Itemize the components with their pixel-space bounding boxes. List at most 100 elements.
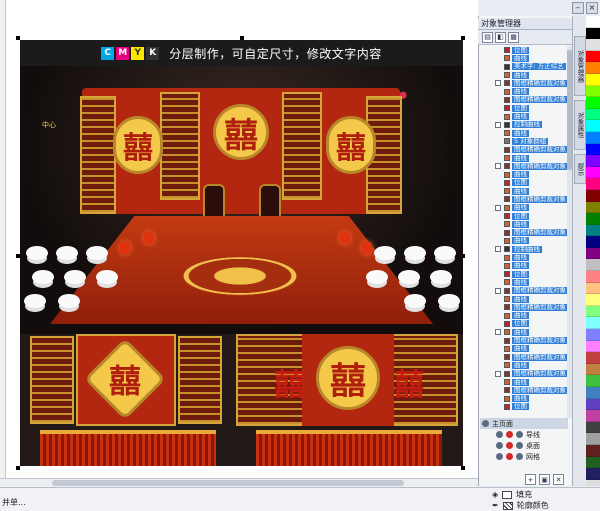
object-row[interactable]: 位图 — [480, 320, 568, 328]
object-row[interactable]: 曲线 — [480, 345, 568, 353]
lock-icon[interactable] — [516, 431, 523, 438]
palette-swatch[interactable] — [586, 131, 600, 144]
selection-handle[interactable] — [16, 466, 20, 470]
object-row[interactable]: 曲线 — [480, 253, 568, 262]
palette-swatch[interactable] — [586, 282, 600, 295]
object-row[interactable]: 美术字: 方正综艺 — [480, 63, 568, 71]
object-row[interactable]: 曲线 — [480, 204, 568, 212]
palette-swatch[interactable] — [586, 224, 600, 237]
palette-swatch[interactable] — [586, 259, 600, 272]
object-row[interactable]: 曲线 — [480, 154, 568, 162]
palette-swatch[interactable] — [586, 375, 600, 387]
palette-swatch[interactable] — [586, 363, 600, 376]
object-row[interactable]: 位图 — [480, 270, 568, 278]
horizontal-scroll-thumb[interactable] — [52, 480, 404, 486]
fill-status[interactable]: ◈ 填充 — [492, 489, 592, 500]
palette-swatch[interactable] — [586, 108, 600, 121]
close-icon[interactable]: × — [586, 2, 598, 14]
eye-icon[interactable] — [496, 431, 503, 438]
palette-swatch[interactable] — [586, 201, 600, 214]
palette-swatch[interactable] — [586, 62, 600, 74]
palette-swatch[interactable] — [586, 352, 600, 364]
object-row[interactable]: 位图 — [480, 212, 568, 220]
object-row[interactable]: 图框精确剪裁对象 — [480, 353, 568, 361]
object-row[interactable]: 曲线 — [480, 361, 568, 369]
palette-swatch[interactable] — [586, 16, 600, 28]
object-row[interactable]: 控制曲线 — [480, 121, 568, 129]
object-row[interactable]: 图框精确剪裁对象 — [480, 229, 568, 237]
selection-handle[interactable] — [461, 466, 465, 470]
new-master-layer-icon[interactable]: ▣ — [539, 474, 550, 485]
object-row[interactable]: 位图 — [480, 179, 568, 187]
tab-object-manager[interactable]: 对象管理器 — [574, 36, 586, 96]
vertical-ruler[interactable] — [0, 0, 6, 478]
object-row[interactable]: 图框精确剪裁对象 — [480, 79, 568, 87]
palette-swatch[interactable] — [586, 143, 600, 156]
object-row[interactable]: 曲线 — [480, 87, 568, 96]
object-row[interactable]: 图框精确剪裁对象 — [480, 303, 568, 311]
lock-icon[interactable] — [516, 453, 523, 460]
expand-toggle-icon[interactable] — [495, 246, 501, 253]
expand-toggle-icon[interactable] — [495, 329, 501, 336]
object-row[interactable]: 曲线 — [480, 237, 568, 245]
object-row[interactable]: 图框精确剪裁对象 — [480, 162, 568, 170]
master-page-row[interactable]: 主页面 — [480, 418, 568, 429]
object-row[interactable]: 图框精确剪裁对象 — [480, 336, 568, 345]
layer-row[interactable]: 网格 — [480, 451, 568, 462]
palette-swatch[interactable] — [586, 120, 600, 132]
new-layer-icon[interactable]: + — [525, 474, 536, 485]
object-row[interactable]: 曲线 — [480, 328, 568, 336]
object-row[interactable]: 曲线 — [480, 312, 568, 320]
palette-swatch[interactable] — [586, 85, 600, 98]
object-row[interactable]: 5 对象群组 — [480, 137, 568, 145]
object-row[interactable]: 曲线 — [480, 378, 568, 386]
drawing-canvas[interactable]: C M Y K 分层制作，可自定尺寸，修改文字内容 中心 囍 囍 囍 囍 囍 囍… — [0, 0, 478, 478]
object-row[interactable]: 图框精确剪裁对象 — [480, 287, 568, 295]
palette-swatch[interactable] — [586, 97, 600, 109]
palette-swatch[interactable] — [586, 468, 600, 480]
object-row[interactable]: 曲线 — [480, 278, 568, 286]
expand-toggle-icon[interactable] — [495, 163, 501, 170]
palette-swatch[interactable] — [586, 178, 600, 190]
object-tree[interactable]: 位图 曲线 美术字: 方正综艺 曲线 图框精确剪裁对象 曲线 图框精确剪裁对象 位图 曲线 控制曲… — [480, 46, 568, 418]
palette-swatch[interactable] — [586, 421, 600, 434]
eye-icon[interactable] — [496, 442, 503, 449]
tab-object-properties[interactable]: 对象属性 — [574, 100, 586, 150]
object-row[interactable]: 曲线 — [480, 394, 568, 403]
layer-row[interactable]: 导线 — [480, 429, 568, 440]
printer-icon[interactable] — [506, 453, 513, 460]
expand-toggle-icon[interactable] — [495, 287, 501, 294]
object-row[interactable]: 位图 — [480, 46, 568, 54]
object-row[interactable]: 位图 — [480, 104, 568, 112]
object-row[interactable]: 曲线 — [480, 187, 568, 195]
printer-icon[interactable] — [506, 442, 513, 449]
expand-toggle-icon[interactable] — [495, 121, 501, 128]
expand-toggle-icon[interactable] — [495, 80, 501, 87]
palette-swatch[interactable] — [586, 317, 600, 330]
object-row[interactable]: 图框精确剪裁对象 — [480, 386, 568, 394]
object-row[interactable]: 控制曲线 — [480, 245, 568, 253]
object-row[interactable]: 曲线 — [480, 295, 568, 303]
palette-swatch[interactable] — [586, 213, 600, 225]
show-properties-icon[interactable]: ▤ — [482, 31, 493, 43]
palette-swatch[interactable] — [586, 433, 600, 445]
layer-row[interactable]: 桌面 — [480, 440, 568, 451]
edit-across-layers-icon[interactable]: ◧ — [495, 31, 506, 43]
object-row[interactable]: 曲线 — [480, 71, 568, 79]
palette-swatch[interactable] — [586, 236, 600, 248]
printer-icon[interactable] — [506, 431, 513, 438]
palette-swatch[interactable] — [586, 398, 600, 411]
object-row[interactable]: 图框精确剪裁对象 — [480, 195, 568, 203]
outline-status[interactable]: ✒ 轮廓颜色 — [492, 500, 592, 511]
palette-swatch[interactable] — [586, 39, 600, 51]
palette-swatch[interactable] — [586, 340, 600, 353]
tab-hints[interactable]: 提示 — [574, 154, 586, 184]
palette-swatch[interactable] — [586, 305, 600, 318]
palette-swatch[interactable] — [586, 155, 600, 167]
palette-swatch[interactable] — [586, 50, 600, 63]
object-row[interactable]: 曲线 — [480, 170, 568, 179]
palette-swatch[interactable] — [586, 294, 600, 306]
expand-toggle-icon[interactable] — [495, 204, 501, 211]
palette-swatch[interactable] — [586, 73, 600, 86]
object-row[interactable]: 曲线 — [480, 112, 568, 121]
